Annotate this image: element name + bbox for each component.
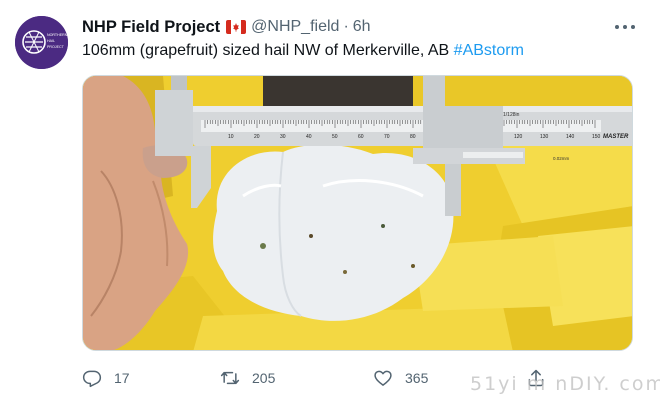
more-dot-icon — [631, 25, 635, 29]
canada-flag-icon — [226, 20, 247, 34]
like-button[interactable]: 365 — [373, 364, 428, 392]
more-options-button[interactable] — [612, 18, 638, 36]
caliper-label: 40 — [306, 134, 312, 140]
timestamp[interactable]: 6h — [353, 18, 371, 36]
tweet-text: 106mm (grapefruit) sized hail NW of Merk… — [82, 40, 524, 62]
user-handle[interactable]: @NHP_field — [251, 18, 339, 36]
retweet-count: 205 — [252, 370, 276, 386]
tweet-header: NHP Field Project @NHP_field · 6h — [82, 16, 371, 38]
caliper-brand: MASTER — [603, 134, 629, 140]
caliper-label: 120 — [514, 134, 523, 140]
caliper-fraction-label: 1/128in — [503, 112, 520, 118]
caliper-label: 20 — [254, 134, 260, 140]
retweet-icon — [220, 371, 240, 385]
avatar-text-2: HAIL — [47, 39, 55, 43]
reply-icon — [82, 370, 102, 388]
hashtag-link[interactable]: #ABstorm — [454, 42, 524, 59]
nhp-logo-icon: NORTHERN HAIL PROJECT — [15, 16, 68, 69]
tweet-photo[interactable]: 102030405060708090100110120130140150 1/1… — [82, 75, 633, 351]
hail-caliper-photo: 102030405060708090100110120130140150 1/1… — [83, 76, 632, 350]
more-dot-icon — [623, 25, 627, 29]
avatar-text-1: NORTHERN — [47, 33, 68, 37]
watermark: 51yi m nDIY. com — [470, 373, 660, 395]
tweet[interactable]: NORTHERN HAIL PROJECT NHP Field Project … — [0, 0, 660, 406]
display-name[interactable]: NHP Field Project — [82, 18, 220, 37]
heart-icon — [374, 370, 392, 386]
reply-button[interactable]: 17 — [82, 364, 130, 392]
caliper-label: 130 — [540, 134, 549, 140]
caliper-label: 80 — [410, 134, 416, 140]
caliper-label: 10 — [228, 134, 234, 140]
caliper-label: 50 — [332, 134, 338, 140]
caliper-label: 150 — [592, 134, 601, 140]
caliper-label-group: 102030405060708090100110120130140150 — [228, 134, 601, 140]
retweet-button[interactable]: 205 — [220, 364, 275, 392]
caliper-label: 30 — [280, 134, 286, 140]
avatar-text-3: PROJECT — [47, 45, 65, 49]
tweet-text-main: 106mm (grapefruit) sized hail NW of Merk… — [82, 42, 454, 59]
caliper-label: 140 — [566, 134, 575, 140]
reply-count: 17 — [114, 370, 130, 386]
caliper-label: 70 — [384, 134, 390, 140]
like-count: 365 — [405, 370, 429, 386]
separator-dot: · — [343, 18, 349, 35]
caliper-unit-label: 0.02mm — [553, 156, 570, 161]
more-dot-icon — [615, 25, 619, 29]
caliper-label: 60 — [358, 134, 364, 140]
avatar[interactable]: NORTHERN HAIL PROJECT — [15, 16, 68, 69]
